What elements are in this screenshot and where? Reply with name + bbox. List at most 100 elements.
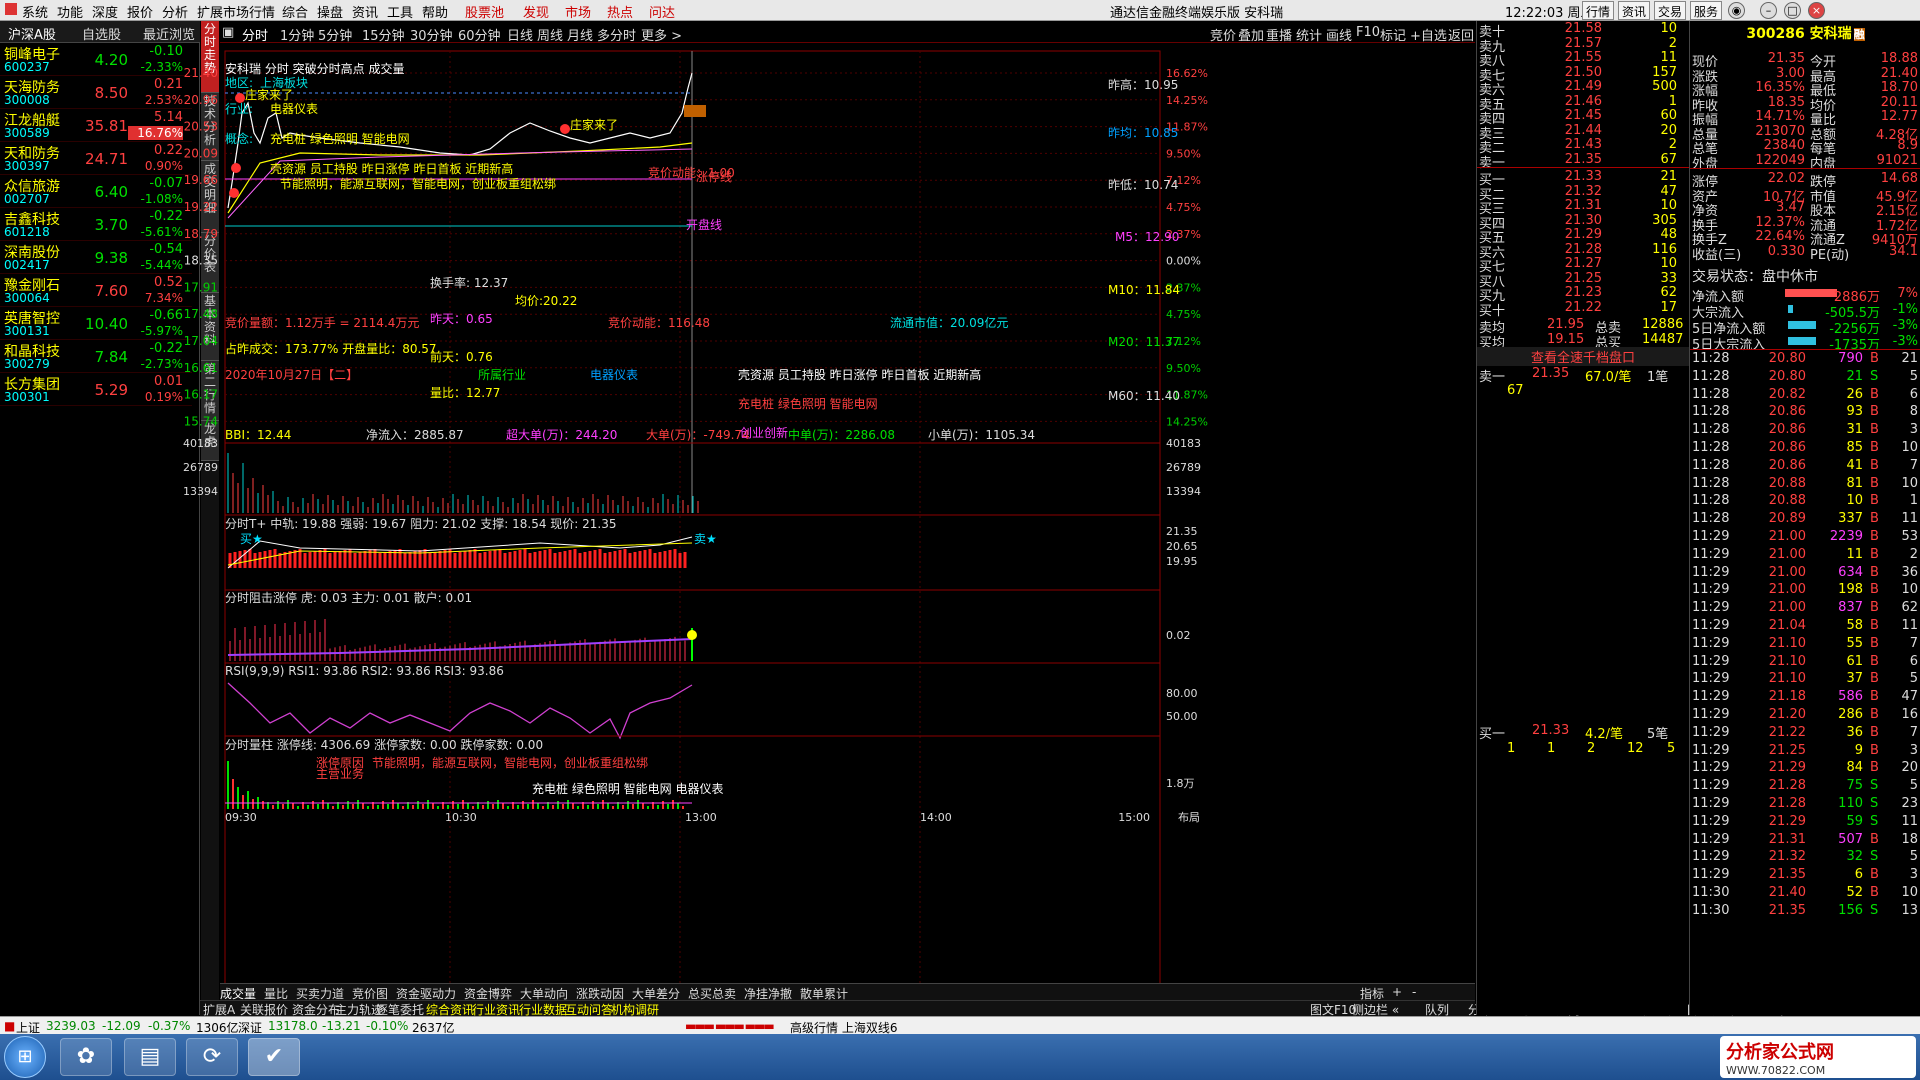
stock-code: 300008 [4, 93, 50, 107]
chart-tool-6[interactable]: 标记 [1380, 25, 1406, 44]
minimize-icon[interactable]: – [1760, 2, 1777, 19]
restore-icon[interactable]: ◉ [1728, 2, 1745, 19]
period-tab-1[interactable]: 1分钟 [280, 25, 314, 44]
menu-hotspot[interactable]: 热点 [607, 2, 633, 21]
watchlist-row[interactable]: 天和防务 300397 24.71 0.22 0.90% [0, 142, 192, 175]
bid-row[interactable]: 买四 21.30 305 [1477, 213, 1689, 232]
menu-trading[interactable]: 操盘 [317, 2, 343, 21]
period-tab-2[interactable]: 5分钟 [318, 25, 352, 44]
menu-news[interactable]: 资讯 [352, 2, 378, 21]
bid-row[interactable]: 买五 21.29 48 [1477, 227, 1689, 246]
menu-tools[interactable]: 工具 [387, 2, 413, 21]
chart-tool-3[interactable]: 统计 [1296, 25, 1322, 44]
maximize-icon[interactable]: □ [1784, 2, 1801, 19]
chart-menu-icon[interactable]: ▣ [222, 25, 234, 40]
chart-tool-7[interactable]: +自选 [1410, 25, 1447, 44]
ask-row[interactable]: 卖二 21.43 2 [1477, 137, 1689, 156]
chart-tool-8[interactable]: 返回 [1448, 25, 1474, 44]
start-icon[interactable]: ⊞ [4, 1036, 46, 1078]
watchlist-row[interactable]: 长方集团 300301 5.29 0.01 0.19% [0, 373, 192, 406]
ask-row[interactable]: 卖四 21.45 60 [1477, 108, 1689, 127]
menu-general[interactable]: 综合 [282, 2, 308, 21]
period-tab-9[interactable]: 多分时 [597, 25, 636, 44]
period-tab-5[interactable]: 60分钟 [458, 25, 501, 44]
period-tab-6[interactable]: 日线 [507, 25, 533, 44]
bid-row[interactable]: 买八 21.25 33 [1477, 271, 1689, 290]
bid-row[interactable]: 买十 21.22 17 [1477, 300, 1689, 319]
menu-analysis[interactable]: 分析 [162, 2, 188, 21]
period-tab-8[interactable]: 月线 [567, 25, 593, 44]
menu-ext-market[interactable]: 扩展市场行情 [197, 2, 275, 21]
watchlist-row[interactable]: 铜峰电子 600237 4.20 -0.10 -2.33% [0, 43, 192, 76]
stock-percent: 16.76% [128, 126, 183, 140]
watchlist-row[interactable]: 豫金刚石 300064 7.60 0.52 7.34% [0, 274, 192, 307]
tab-favorites[interactable]: 自选股 [82, 24, 121, 43]
ask-volume: 20 [1660, 122, 1677, 138]
menu-depth[interactable]: 深度 [92, 2, 118, 21]
menu-stock-pool[interactable]: 股票池 [465, 2, 504, 21]
bid-volume: 62 [1660, 285, 1677, 300]
ask-row[interactable]: 卖三 21.44 20 [1477, 122, 1689, 142]
stock-app-icon[interactable]: ✔ [248, 1038, 300, 1076]
watchlist-row[interactable]: 江龙船艇 300589 35.81 5.14 16.76% [0, 109, 192, 142]
chart-tool-1[interactable]: 叠加 [1238, 25, 1264, 44]
menu-ask[interactable]: 问达 [649, 2, 675, 21]
news-button[interactable]: 资讯 [1618, 1, 1651, 20]
ask-row[interactable]: 卖九 21.57 2 [1477, 36, 1689, 55]
watchlist-row[interactable]: 吉鑫科技 601218 3.70 -0.22 -5.61% [0, 208, 192, 241]
watchlist-row[interactable]: 天海防务 300008 8.50 0.21 2.53% [0, 76, 192, 109]
menu-system[interactable]: 系统 [22, 2, 48, 21]
period-tab-7[interactable]: 周线 [537, 25, 563, 44]
chart-tool-5[interactable]: F10 [1356, 25, 1380, 40]
close-icon[interactable]: × [1808, 2, 1825, 19]
ask-row[interactable]: 卖一 21.35 67 [1477, 152, 1689, 171]
watchlist-row[interactable]: 英唐智控 300131 10.40 -0.66 -5.97% [0, 307, 192, 340]
menu-function[interactable]: 功能 [57, 2, 83, 21]
menu-market[interactable]: 市场 [565, 2, 591, 21]
service-button[interactable]: 服务 [1690, 1, 1723, 20]
indicator-tab-14[interactable]: - [1412, 985, 1416, 999]
bid-row[interactable]: 买七 21.27 10 [1477, 256, 1689, 275]
chart-tool-2[interactable]: 重播 [1266, 25, 1292, 44]
vtab-0[interactable]: 分时走势 [201, 21, 219, 93]
trade-row: 11:29 21.29 59 S 11 [1690, 814, 1920, 831]
trade-button[interactable]: 交易 [1654, 1, 1687, 20]
period-tab-4[interactable]: 30分钟 [410, 25, 453, 44]
ask-row[interactable]: 卖十 21.58 10 [1477, 21, 1689, 40]
chart-tool-0[interactable]: 竞价 [1210, 25, 1236, 44]
ask-row[interactable]: 卖七 21.50 157 [1477, 65, 1689, 84]
bid-row[interactable]: 买六 21.28 116 [1477, 241, 1689, 261]
app-icon-1[interactable]: ✿ [60, 1038, 112, 1076]
indicator-tab-13[interactable]: + [1392, 985, 1402, 999]
menu-help[interactable]: 帮助 [422, 2, 448, 21]
layout-button[interactable]: 布局 [1178, 811, 1200, 824]
bid-row[interactable]: 买一 21.33 21 [1477, 169, 1689, 188]
quote-button[interactable]: 行情 [1582, 1, 1615, 20]
refresh-app-icon[interactable]: ⟳ [186, 1038, 238, 1076]
trade-side: B [1870, 742, 1879, 758]
menu-discover[interactable]: 发现 [523, 2, 549, 21]
ask-row[interactable]: 卖八 21.55 11 [1477, 50, 1689, 69]
period-tab-3[interactable]: 15分钟 [362, 25, 405, 44]
trade-price: 21.29 [1768, 760, 1806, 776]
vtab-4[interactable]: 基本资料 [201, 293, 219, 361]
watchlist-row[interactable]: 众信旅游 002707 6.40 -0.07 -1.08% [0, 175, 192, 208]
tab-recent[interactable]: 最近浏览 [143, 24, 195, 43]
ask-row[interactable]: 卖五 21.46 1 [1477, 94, 1689, 113]
period-tab-10[interactable]: 更多 > [641, 25, 682, 44]
period-tab-0[interactable]: 分时 [242, 25, 268, 44]
bid-volume: 116 [1652, 241, 1677, 257]
bid-row[interactable]: 买二 21.32 47 [1477, 184, 1689, 203]
watchlist-row[interactable]: 深南股份 002417 9.38 -0.54 -5.44% [0, 241, 192, 274]
watchlist-row[interactable]: 和晶科技 300279 7.84 -0.22 -2.73% [0, 340, 192, 373]
ask-row[interactable]: 卖六 21.49 500 [1477, 79, 1689, 98]
view-all-depth-button[interactable]: 查看全速千档盘口 [1477, 347, 1689, 366]
chart-tool-4[interactable]: 画线 [1326, 25, 1352, 44]
bid-row[interactable]: 买九 21.23 62 [1477, 285, 1689, 304]
folder-icon[interactable]: ▤ [124, 1038, 176, 1076]
bid-row[interactable]: 买三 21.31 10 [1477, 198, 1689, 217]
menu-quote[interactable]: 报价 [127, 2, 153, 21]
tab-shenzhen-a[interactable]: 沪深A股 [8, 24, 56, 43]
trade-volume: 84 [1846, 760, 1863, 776]
vtab-2[interactable]: 成交明细 [201, 161, 219, 233]
